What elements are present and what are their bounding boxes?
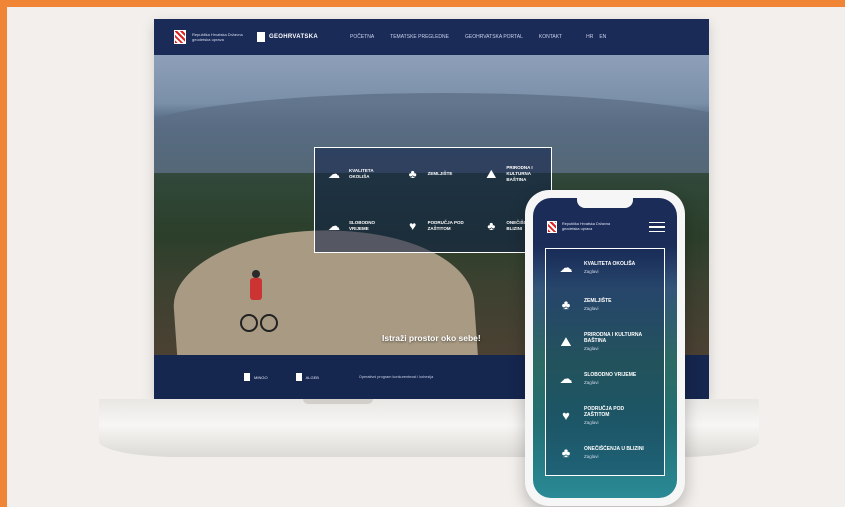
phone-category-item[interactable]: ⛰ Prirodna i kulturna baština Zaglavi — [546, 323, 664, 360]
logo-mark-icon — [295, 373, 302, 381]
geohrvatska-mark-icon — [257, 32, 265, 42]
menu-item[interactable]: Kontakt — [539, 34, 562, 40]
phone-header: Republika Hrvatska Državna geodetska upr… — [533, 212, 677, 242]
phone-category-item[interactable]: ♣ Zemljište Zaglavi — [546, 286, 664, 323]
main-menu: Početna Tematske pregledne Geohrvatska p… — [350, 34, 562, 40]
tree-hand-icon: ♣ — [561, 445, 571, 460]
phone-category-item[interactable]: ♥ Područja pod zaštitom Zaglavi — [546, 397, 664, 434]
phone-category-item[interactable]: ☁ Kvaliteta okoliša Zaglavi — [546, 249, 664, 286]
phone-category-item[interactable]: ♣ Onečišćenja u blizini Zaglavi — [546, 434, 664, 471]
coat-of-arms-icon — [547, 221, 557, 233]
category-item[interactable]: ♥ Područja pod zaštitom — [394, 200, 473, 252]
footer-text: Operativni program konkurentnost i kohez… — [358, 374, 434, 379]
wind-hand-icon: ☁ — [559, 370, 573, 386]
geohrvatska-logo[interactable]: GEOHRVATSKA — [257, 32, 318, 42]
footer-logo-2[interactable]: ALGEB — [295, 373, 319, 381]
phone-notch — [577, 198, 633, 208]
lang-en[interactable]: EN — [599, 34, 606, 40]
phone-brand: Republika Hrvatska Državna geodetska upr… — [562, 222, 611, 231]
mockup-canvas: Republika Hrvatska Državna geodetska upr… — [7, 7, 845, 507]
hand-leaf-icon: ♥ — [409, 219, 417, 233]
mountain-icon: ⛰ — [486, 167, 497, 181]
phone-category-item[interactable]: ☁ Slobodno vrijeme Zaglavi — [546, 360, 664, 397]
cyclist — [240, 270, 278, 340]
hero-tagline: Istraži prostor oko sebe! — [382, 333, 481, 343]
category-grid: ☁ Kvaliteta okoliša ♣ Zemljište ⛰ Prirodna … — [314, 147, 552, 253]
tree-hand-icon: ♣ — [487, 219, 496, 233]
category-item[interactable]: ☁ Kvaliteta okoliša — [315, 148, 394, 200]
menu-item[interactable]: Početna — [350, 34, 374, 40]
mountain-icon: ⛰ — [560, 333, 572, 349]
hand-trees-icon: ♣ — [408, 167, 417, 181]
hand-trees-icon: ♣ — [561, 297, 571, 312]
phone-device: Republika Hrvatska Državna geodetska upr… — [525, 190, 685, 506]
category-item[interactable]: ☁ Slobodno vrijeme — [315, 200, 394, 252]
menu-item[interactable]: Tematske pregledne — [390, 34, 449, 40]
language-switch: HR EN — [586, 34, 606, 40]
menu-item[interactable]: Geohrvatska portal — [465, 34, 523, 40]
phone-category-list: ☁ Kvaliteta okoliša Zaglavi ♣ Zemljište Zagl… — [545, 248, 665, 476]
wind-hand-icon: ☁ — [328, 219, 340, 233]
top-navigation: Republika Hrvatska Državna geodetska upr… — [154, 19, 709, 55]
hand-leaf-icon: ♥ — [562, 408, 570, 423]
category-item[interactable]: ♣ Zemljište — [394, 148, 473, 200]
geohrvatska-wordmark: GEOHRVATSKA — [269, 34, 318, 40]
footer-logo-1[interactable]: MINGO — [244, 373, 268, 381]
phone-screen: Republika Hrvatska Državna geodetska upr… — [533, 198, 677, 498]
logo-mark-icon — [244, 373, 250, 381]
gov-brand: Republika Hrvatska Državna geodetska upr… — [192, 32, 243, 42]
leaf-cloud-icon: ☁ — [328, 167, 340, 181]
lang-hr[interactable]: HR — [586, 34, 593, 40]
orange-frame: Republika Hrvatska Državna geodetska upr… — [0, 0, 845, 507]
leaf-cloud-icon: ☁ — [559, 259, 573, 275]
coat-of-arms-icon — [174, 30, 186, 44]
hamburger-menu-icon[interactable] — [649, 221, 665, 233]
laptop-notch — [303, 399, 373, 404]
